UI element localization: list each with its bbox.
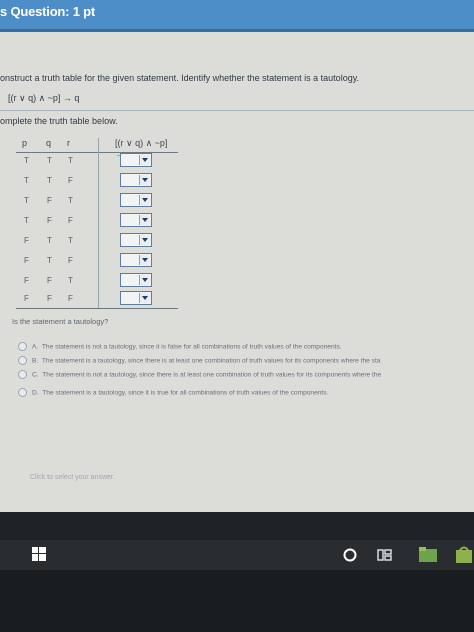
option-text: The statement is a tautology, since ther… [41, 357, 381, 365]
table-row: T T F [16, 173, 178, 193]
answer-dropdown[interactable] [120, 233, 152, 247]
header-p: p [22, 138, 28, 148]
header-r: r [67, 138, 70, 148]
answer-dropdown[interactable] [120, 253, 152, 267]
table-row: F F T [16, 273, 178, 293]
chevron-down-icon [139, 275, 150, 285]
cell-q: T [47, 236, 52, 245]
question-header: s Question: 1 pt [0, 0, 474, 32]
cell-r: T [68, 276, 73, 285]
option-text: The statement is a tautology, since it i… [42, 389, 329, 397]
table-row: T T T [16, 153, 178, 173]
screen-bezel [0, 512, 474, 540]
header-q: q [46, 138, 52, 148]
option-d[interactable]: D. The statement is a tautology, since i… [18, 388, 328, 397]
option-text: The statement is not a tautology, since … [42, 371, 382, 379]
section-divider [0, 110, 474, 111]
option-text: The statement is not a tautology, since … [41, 343, 342, 351]
taskbar [0, 540, 474, 570]
chevron-down-icon [139, 175, 150, 185]
cell-r: F [68, 294, 73, 303]
chevron-down-icon [139, 235, 150, 245]
task-view-icon[interactable] [377, 547, 393, 563]
option-b[interactable]: B. The statement is a tautology, since t… [18, 356, 380, 365]
cell-p: F [24, 294, 29, 303]
cell-q: F [47, 276, 52, 285]
cell-p: T [24, 216, 29, 225]
option-letter: A. [32, 343, 39, 351]
answer-dropdown[interactable] [120, 213, 152, 227]
cortana-icon[interactable] [342, 547, 358, 563]
table-row: F T T [16, 233, 178, 253]
cell-r: F [68, 256, 73, 265]
store-icon[interactable] [454, 545, 474, 565]
table-row: T F T [16, 193, 178, 213]
answer-dropdown[interactable] [120, 153, 152, 167]
option-c[interactable]: C. The statement is not a tautology, sin… [18, 370, 381, 379]
cell-r: F [68, 176, 73, 185]
answer-dropdown[interactable] [120, 173, 152, 187]
cell-q: T [47, 176, 52, 185]
option-letter: C. [32, 371, 39, 379]
logic-statement: [(r ∨ q) ∧ ~p] → q [8, 93, 80, 103]
table-bottom-rule [16, 308, 178, 309]
tautology-question: Is the statement a tautology? [12, 317, 109, 326]
windows-start-icon[interactable] [32, 547, 46, 561]
radio-button[interactable] [18, 388, 27, 397]
cell-p: T [24, 196, 29, 205]
answer-dropdown[interactable] [120, 291, 152, 305]
answer-dropdown[interactable] [120, 273, 152, 287]
chevron-down-icon [139, 215, 150, 225]
option-a[interactable]: A. The statement is not a tautology, sin… [18, 342, 342, 351]
cell-r: T [68, 156, 73, 165]
table-row: T F F [16, 213, 178, 233]
question-title: s Question: 1 pt [0, 4, 96, 19]
cell-q: T [47, 256, 52, 265]
cell-p: T [24, 156, 29, 165]
option-letter: D. [32, 389, 39, 397]
chevron-down-icon [139, 155, 150, 165]
option-letter: B. [32, 357, 39, 365]
cell-r: T [68, 236, 73, 245]
cell-p: F [24, 236, 29, 245]
screen: s Question: 1 pt onstruct a truth table … [0, 0, 474, 512]
answer-dropdown[interactable] [120, 193, 152, 207]
table-row: F T F [16, 253, 178, 273]
cell-q: F [47, 196, 52, 205]
select-answer-hint: Click to select your answer. [30, 474, 115, 481]
cell-r: F [68, 216, 73, 225]
chevron-down-icon [139, 255, 150, 265]
radio-button[interactable] [18, 370, 27, 379]
question-instruction: onstruct a truth table for the given sta… [0, 73, 360, 83]
cell-r: T [68, 196, 73, 205]
chevron-down-icon [139, 195, 150, 205]
cell-q: T [47, 156, 52, 165]
header-underline [0, 29, 474, 32]
cell-p: F [24, 256, 29, 265]
complete-table-label: omplete the truth table below. [0, 116, 118, 126]
file-explorer-icon[interactable] [418, 546, 438, 564]
chevron-down-icon [139, 293, 150, 303]
cell-q: F [47, 216, 52, 225]
cell-q: F [47, 294, 52, 303]
radio-button[interactable] [18, 356, 27, 365]
radio-button[interactable] [18, 342, 27, 351]
cell-p: F [24, 276, 29, 285]
cell-p: T [24, 176, 29, 185]
